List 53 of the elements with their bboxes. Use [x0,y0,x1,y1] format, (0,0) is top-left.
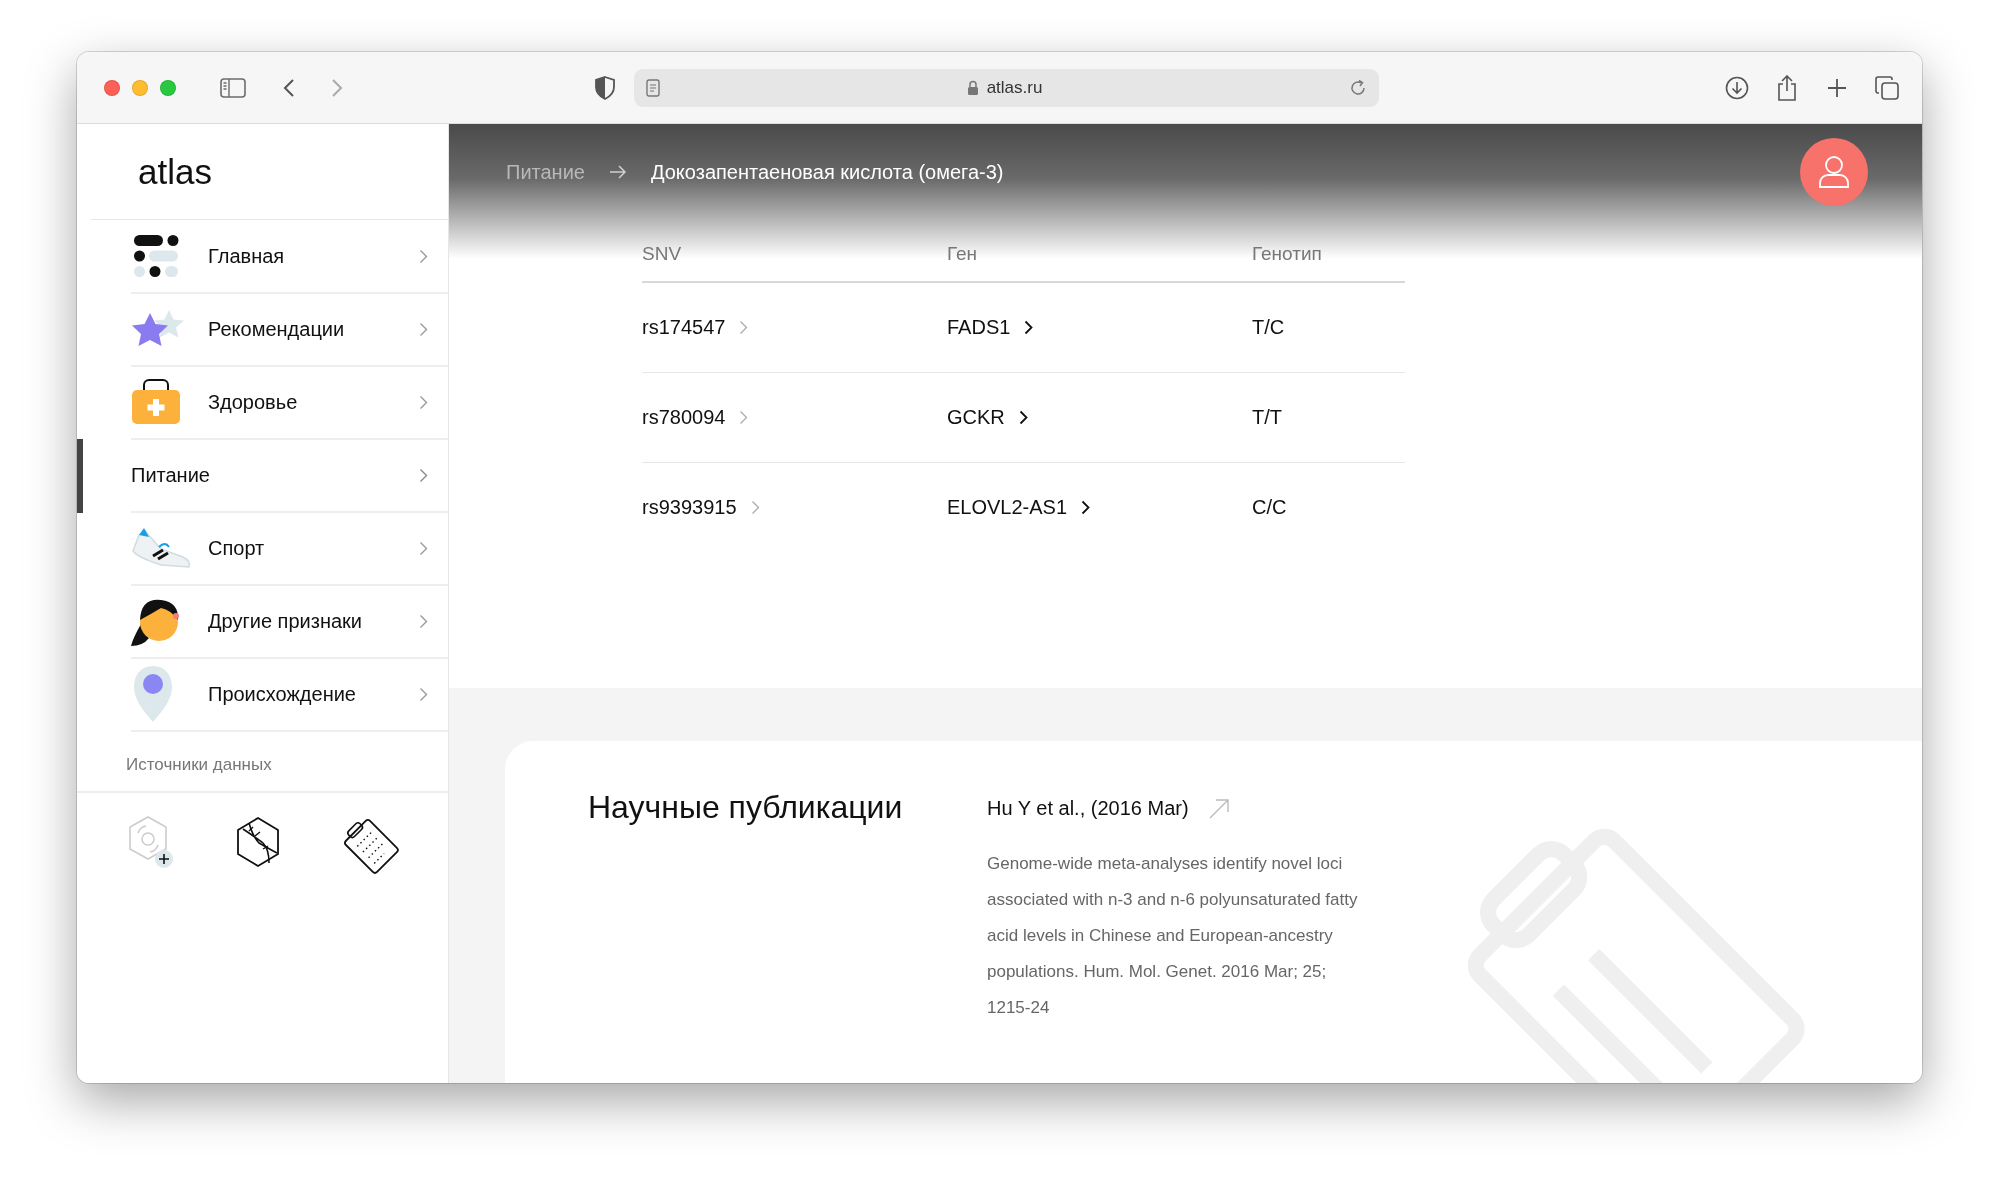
address-bar[interactable]: atlas.ru [634,68,1379,107]
snv-link[interactable]: rs780094 [642,406,749,429]
chevron-icon [1018,410,1028,425]
gene-link[interactable]: GCKR [947,406,1028,429]
snv-link[interactable]: rs9393915 [642,496,760,519]
sneaker-icon [131,527,193,569]
snv-link[interactable]: rs174547 [642,316,749,339]
sidebar-item[interactable]: Рекомендации [77,293,448,366]
user-icon [1818,155,1850,189]
genotype-cell-text: T/T [1252,406,1283,429]
location-pin-icon [131,665,175,723]
genotype-cell-text: C/C [1252,496,1288,519]
sidebar-item[interactable]: Другие признаки [77,585,448,658]
sidebar-item[interactable]: Спорт [77,512,448,585]
lock-icon [966,80,979,95]
chevron-icon [419,686,428,702]
reload-icon[interactable] [1349,78,1367,97]
sidebar-item[interactable]: Главная [77,220,448,293]
chevron-icon [1081,500,1091,515]
column-header: SNV [642,242,683,265]
logo[interactable]: atlas [91,124,448,220]
section-title: Научные публикации [588,789,904,827]
page-icon [646,78,660,97]
chevron-icon [419,613,428,629]
medical-kit-icon [131,379,181,425]
chevron-icon [1024,320,1034,335]
gene-link[interactable]: FADS1 [947,316,1034,339]
stars-icon [131,310,187,348]
publication-link[interactable]: Hu Y et al., (2016 Mar) [987,797,1359,820]
sidebar-item[interactable]: Здоровье [77,366,448,439]
section-label: Источники данных [125,754,272,776]
chevron-icon [419,321,428,337]
sidebar-item[interactable]: Происхождение [77,658,448,731]
chevron-icon [419,467,428,483]
url-text: atlas.ru [986,77,1043,98]
publication-abstract: Genome-wide meta-analyses identify novel loci associated with n-3 and n-6 polyunsaturated fatty acid levels in Chinese and European-ancestry populations. Hum. Mol. Genet. 2016 Mar; 25; 1215-24 [987,853,1359,1019]
grid-icon [131,235,179,277]
chevron-icon [739,320,749,335]
gene-link[interactable]: ELOVL2-AS1 [947,496,1091,519]
chevron-icon [419,248,428,264]
chevron-icon [739,410,749,425]
sidebar-item[interactable]: Питание [77,439,448,512]
maximize-button[interactable] [160,79,176,96]
chevron-icon [750,500,760,515]
close-button[interactable] [104,79,120,96]
chevron-icon [419,394,428,410]
genotype-cell-text: T/C [1252,316,1286,339]
arrow-icon [608,165,627,179]
column-header: Ген [947,242,979,265]
breadcrumb-link[interactable]: Докозапентаеновая кислота (омега-3) [650,160,1004,184]
external-link-icon [1208,798,1229,819]
column-header: Генотип [1252,242,1323,265]
chevron-icon [419,540,428,556]
